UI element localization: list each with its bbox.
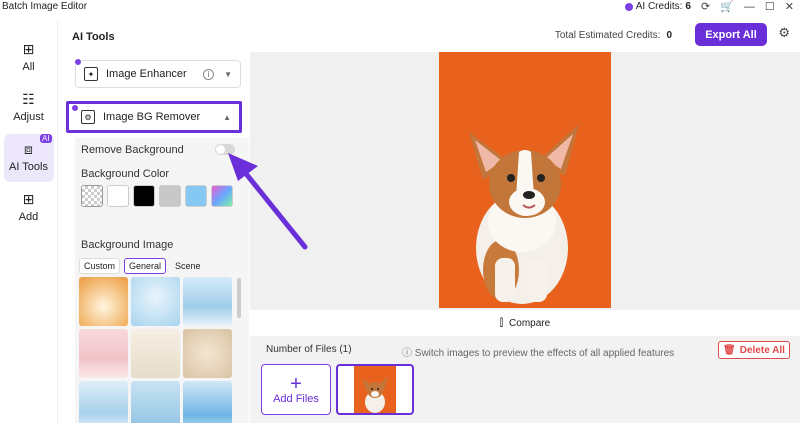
bg-thumb[interactable] <box>183 277 232 326</box>
ai-tools-panel: AI Tools ✦ Image Enhancer i ▼ ⚙ Image BG… <box>59 22 249 423</box>
bg-remover-options: Remove Background Background Color Backg… <box>75 138 249 423</box>
puppy-illustration <box>469 124 579 304</box>
tab-custom[interactable]: Custom <box>79 258 121 274</box>
estimated-credits-value: 0 <box>666 30 672 41</box>
minimize-icon[interactable]: — <box>744 1 755 13</box>
image-bg-remover-label: Image BG Remover <box>103 111 201 123</box>
file-thumbnail[interactable] <box>336 364 414 415</box>
tab-scene[interactable]: Scene <box>170 258 206 274</box>
plus-icon: + <box>290 372 302 395</box>
cart-icon[interactable]: 🛒 <box>720 0 734 13</box>
ai-credits-label: AI Credits: <box>635 1 683 12</box>
ai-icon: ⧈ <box>24 142 33 158</box>
swatch-gray[interactable] <box>159 185 181 207</box>
panel-heading: AI Tools <box>72 31 115 43</box>
nav-item-adjust[interactable]: ☷ Adjust <box>4 84 54 132</box>
top-bar: Total Estimated Credits: 0 Export All ⚙ <box>250 22 800 52</box>
export-all-button[interactable]: Export All <box>695 23 767 46</box>
swatch-gradient[interactable] <box>211 185 233 207</box>
left-nav: ⊞ All ☷ Adjust AI ⧈ AI Tools ⊞ Add <box>0 22 58 423</box>
bg-thumb[interactable] <box>131 329 180 378</box>
swatch-white[interactable] <box>107 185 129 207</box>
title-bar: Batch Image Editor AI Credits: 6 ⟳ 🛒 — ☐… <box>0 0 800 13</box>
new-dot <box>71 104 79 112</box>
sliders-icon: ☷ <box>22 92 35 108</box>
nav-item-ai-tools[interactable]: AI ⧈ AI Tools <box>3 134 54 182</box>
ai-credits: AI Credits: 6 <box>624 1 691 12</box>
compare-icon[interactable]: ⫿ <box>500 318 503 329</box>
compare-label[interactable]: Compare <box>509 318 550 329</box>
estimated-credits-label: Total Estimated Credits: <box>554 30 661 41</box>
preview-image <box>439 52 611 308</box>
preview-area <box>250 52 800 310</box>
remove-background-label: Remove Background <box>81 144 184 156</box>
image-enhancer-label: Image Enhancer <box>106 68 187 80</box>
files-hint-text: Switch images to preview the effects of … <box>414 348 675 359</box>
estimated-credits: Total Estimated Credits: 0 <box>555 30 672 41</box>
bg-thumb[interactable] <box>131 381 180 423</box>
maximize-icon[interactable]: ☐ <box>765 0 775 13</box>
info-icon[interactable]: i <box>203 68 214 80</box>
color-swatches <box>81 185 233 207</box>
window-title: Batch Image Editor <box>2 1 88 12</box>
file-thumbnail-image <box>354 366 396 413</box>
bg-remover-icon: ⚙ <box>81 110 95 124</box>
bg-thumb[interactable] <box>79 329 128 378</box>
background-image-label: Background Image <box>81 239 174 251</box>
bg-thumb[interactable] <box>183 329 232 378</box>
nav-label-adjust: Adjust <box>13 111 44 123</box>
title-bar-controls: AI Credits: 6 ⟳ 🛒 — ☐ ✕ <box>624 0 794 13</box>
add-files-label: Add Files <box>273 392 319 405</box>
trash-icon: 🗑 <box>723 344 736 356</box>
ai-badge: AI <box>39 134 52 143</box>
tab-general[interactable]: General <box>124 258 167 274</box>
bg-thumb[interactable] <box>131 277 180 326</box>
chevron-up-icon[interactable]: ▲ <box>223 113 231 122</box>
nav-label-ai-tools: AI Tools <box>9 161 48 173</box>
files-bar: Number of Files (1) ⓘ Switch images to p… <box>250 336 800 423</box>
delete-all-label: Delete All <box>739 344 785 356</box>
background-color-label: Background Color <box>81 168 170 180</box>
swatch-black[interactable] <box>133 185 155 207</box>
close-icon[interactable]: ✕ <box>785 0 794 13</box>
bg-thumb[interactable] <box>183 381 232 423</box>
bg-thumb[interactable] <box>79 381 128 423</box>
new-dot <box>74 58 82 66</box>
ai-credits-value: 6 <box>685 1 691 12</box>
add-files-button[interactable]: + Add Files <box>261 364 331 415</box>
remove-background-toggle[interactable] <box>215 144 235 155</box>
nav-label-all: All <box>22 61 35 73</box>
grid-icon: ⊞ <box>22 42 35 58</box>
nav-label-add: Add <box>18 211 39 223</box>
plus-square-icon: ⊞ <box>22 192 35 208</box>
refresh-icon[interactable]: ⟳ <box>701 0 710 13</box>
bg-image-grid <box>79 277 232 423</box>
credit-icon <box>624 2 633 11</box>
scrollbar[interactable] <box>237 278 241 318</box>
files-hint: ⓘ Switch images to preview the effects o… <box>402 348 675 359</box>
file-count: Number of Files (1) <box>266 344 352 355</box>
nav-item-all[interactable]: ⊞ All <box>4 34 54 82</box>
compare-bar: ⫿ Compare <box>250 310 800 336</box>
bg-thumb[interactable] <box>79 277 128 326</box>
chevron-down-icon[interactable]: ▼ <box>224 70 232 79</box>
gear-icon[interactable]: ⚙ <box>778 26 790 41</box>
image-enhancer-card[interactable]: ✦ Image Enhancer i ▼ <box>74 58 241 88</box>
image-bg-remover-card[interactable]: ⚙ Image BG Remover ▲ <box>66 101 242 133</box>
swatch-blue[interactable] <box>185 185 207 207</box>
puppy-thumb-illustration <box>362 376 388 413</box>
nav-item-add[interactable]: ⊞ Add <box>4 184 54 232</box>
bg-image-tabs: Custom General Scene <box>79 258 206 274</box>
enhancer-icon: ✦ <box>84 67 98 81</box>
delete-all-button[interactable]: 🗑 Delete All <box>718 341 790 359</box>
swatch-transparent[interactable] <box>81 185 103 207</box>
